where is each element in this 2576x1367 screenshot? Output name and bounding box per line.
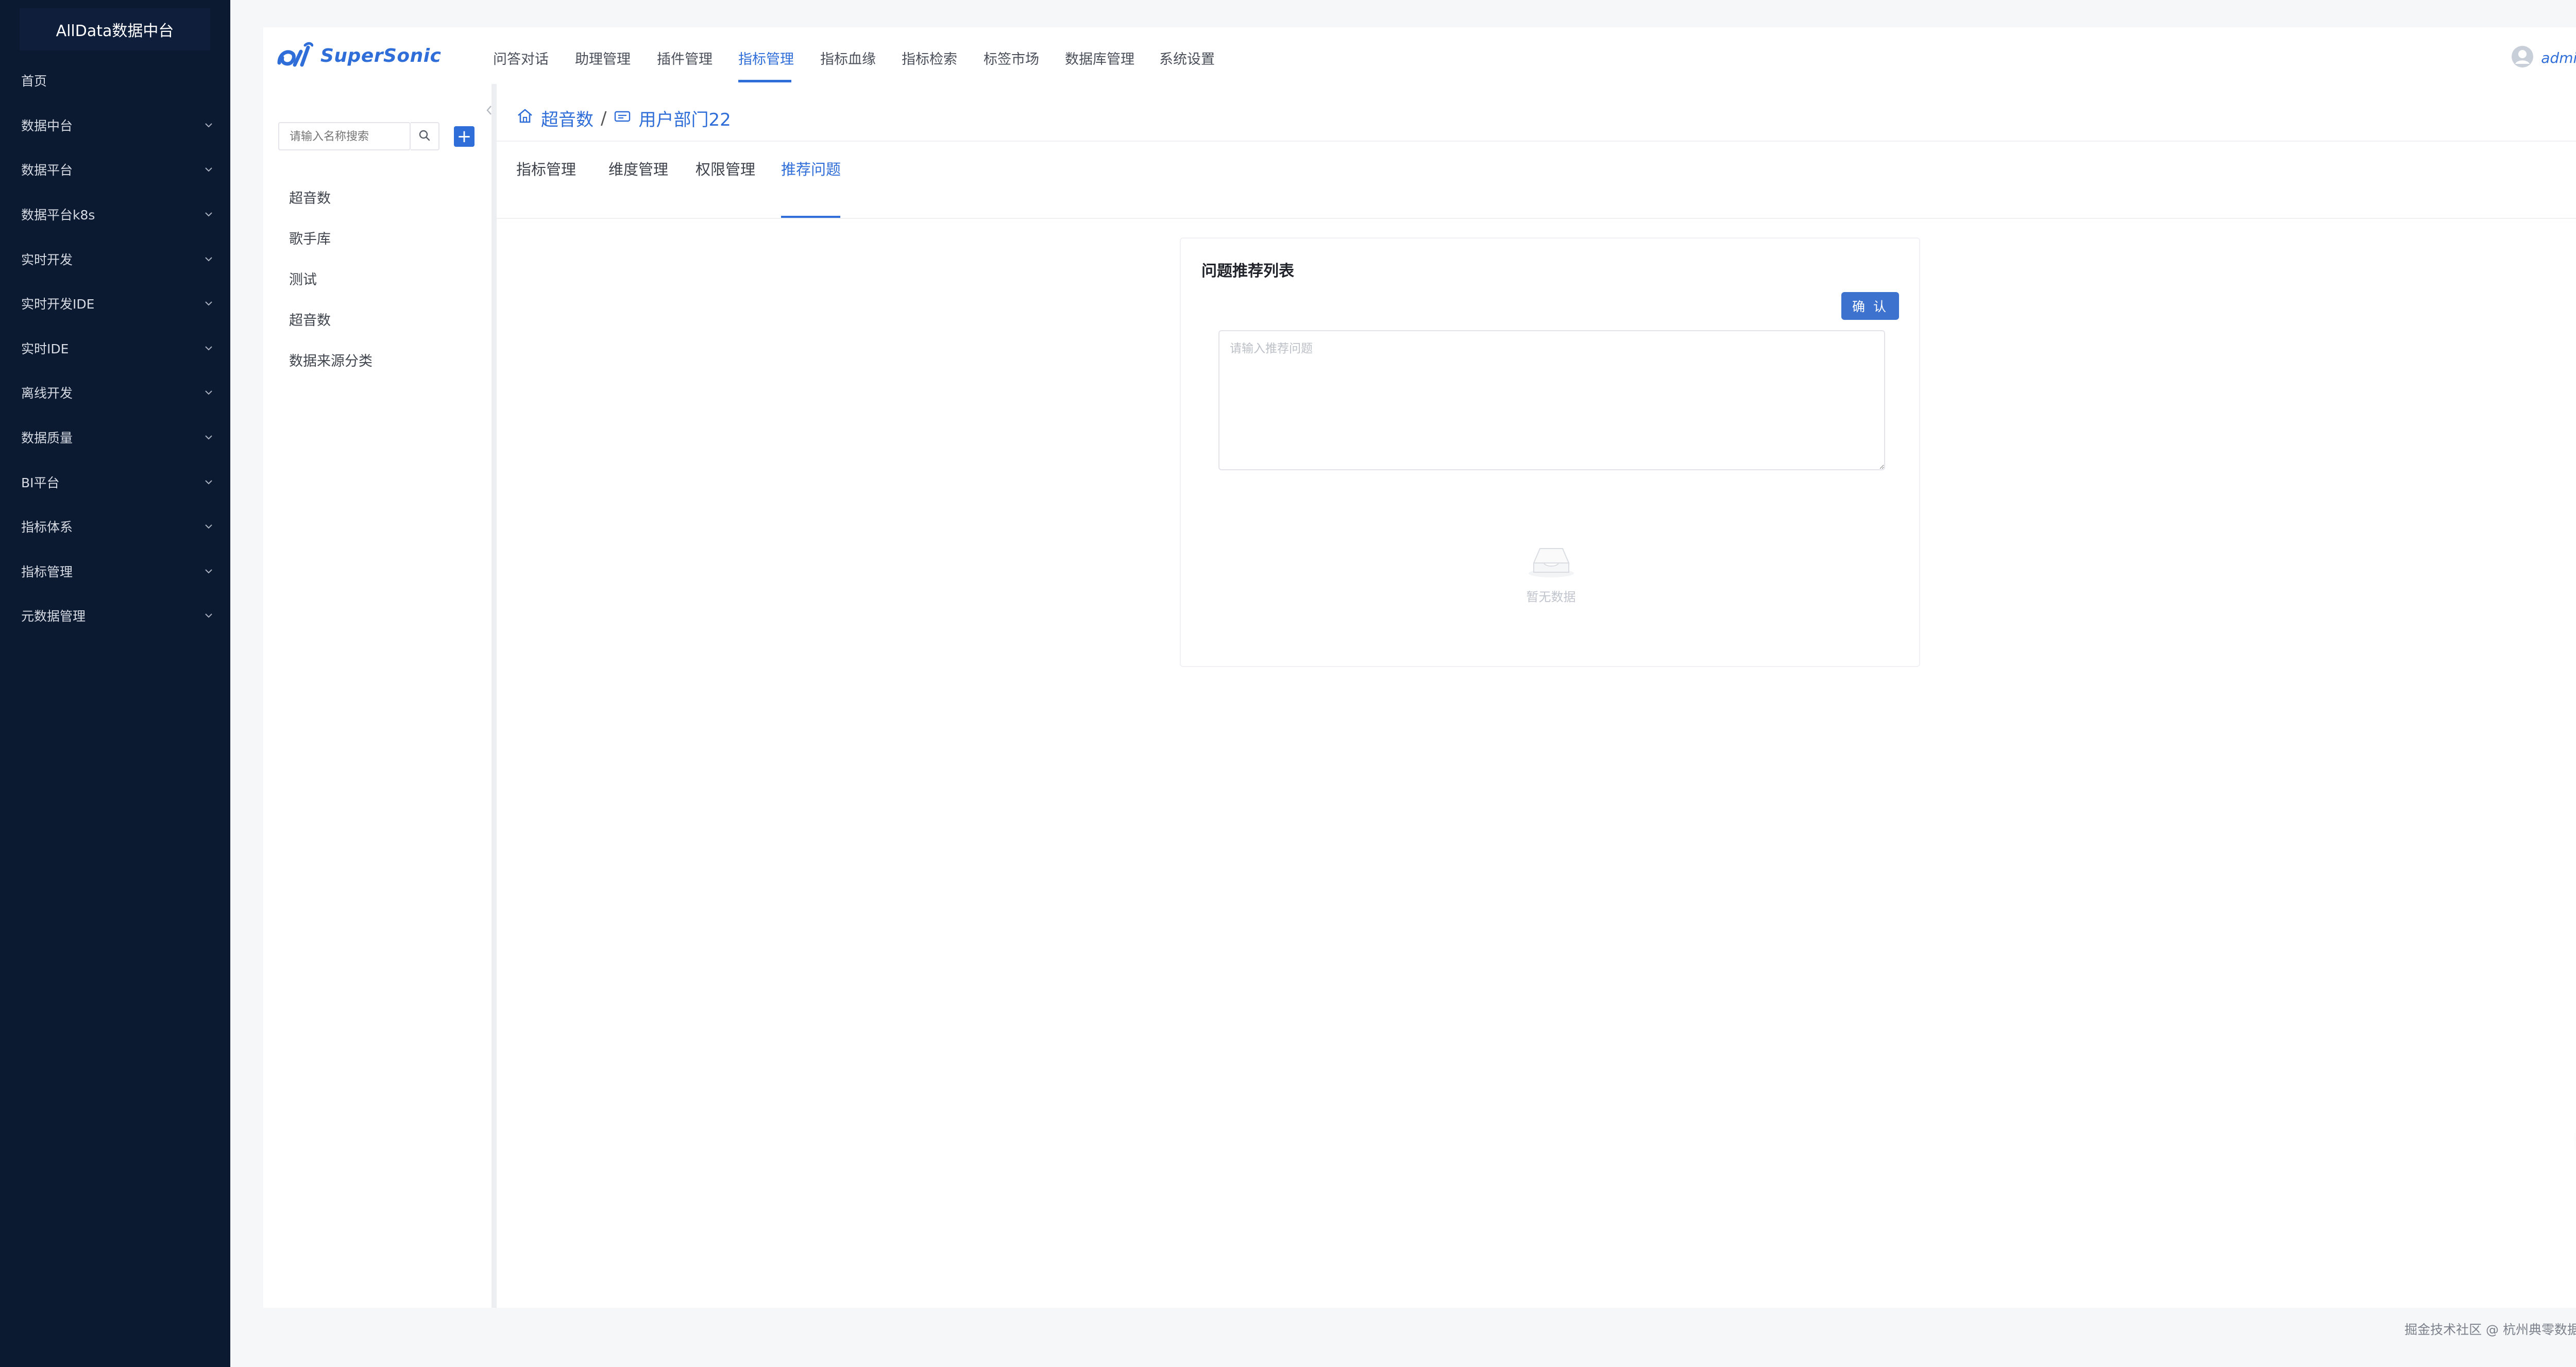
brand-name: SuperSonic [320,45,442,66]
sidebar-item-metadata-management[interactable]: 元数据管理 [0,593,230,638]
tab-metric-management[interactable]: 指标管理 [516,158,576,179]
left-sidebar: AllData数据中台 首页 数据中台 数据平台 数据平台k8s 实时开发 实时… [0,0,230,1367]
top-navigation: SuperSonic 问答对话 助理管理 插件管理 指标管理 指标血缘 指标检索… [263,27,2576,84]
tree-item-data-source-category[interactable]: 数据来源分类 [289,339,372,380]
supersonic-logo-icon [276,40,314,71]
chevron-down-icon [204,610,214,621]
chevron-down-icon [204,298,214,309]
sidebar-item-label: 实时IDE [21,341,69,356]
sidebar-item-realtime-dev-ide[interactable]: 实时开发IDE [0,281,230,326]
sidebar-item-metric-management[interactable]: 指标管理 [0,549,230,594]
empty-inbox-icon [1526,542,1577,580]
nav-item-metric-management[interactable]: 指标管理 [738,48,794,68]
chevron-down-icon [204,254,214,264]
home-icon [516,107,534,129]
breadcrumb-separator: / [601,108,607,129]
tree-item-singer-library[interactable]: 歌手库 [289,217,372,258]
domain-tree: 超音数 歌手库 测试 超音数 数据来源分类 [289,177,372,380]
panel-divider[interactable] [492,84,497,1308]
sidebar-item-label: 实时开发IDE [21,297,95,312]
sidebar-item-metric-system[interactable]: 指标体系 [0,504,230,549]
tree-item-supersonic-2[interactable]: 超音数 [289,299,372,339]
sidebar-item-label: 数据中台 [21,118,73,133]
chevron-down-icon [204,387,214,398]
chevron-down-icon [204,521,214,532]
sidebar-item-data-center[interactable]: 数据中台 [0,103,230,148]
sidebar-item-label: 数据平台k8s [21,208,95,223]
nav-item-system-settings[interactable]: 系统设置 [1159,48,1215,68]
chevron-down-icon [204,477,214,487]
sidebar-item-realtime-ide[interactable]: 实时IDE [0,326,230,371]
avatar-icon [2511,45,2534,70]
chevron-down-icon [204,343,214,353]
tree-search-input[interactable] [278,122,411,150]
breadcrumb-root[interactable]: 超音数 [541,106,594,131]
sidebar-item-home[interactable]: 首页 [0,58,230,103]
sidebar-logo[interactable]: AllData数据中台 [20,8,210,50]
search-icon [418,129,431,144]
brand[interactable]: SuperSonic [276,40,441,71]
main-panel: SuperSonic 问答对话 助理管理 插件管理 指标管理 指标血缘 指标检索… [263,27,2576,1308]
sidebar-item-data-platform[interactable]: 数据平台 [0,147,230,192]
breadcrumb-current[interactable]: 用户部门22 [638,106,731,131]
sidebar-item-label: 元数据管理 [21,609,86,624]
chevron-down-icon [204,164,214,175]
sidebar-item-label: 离线开发 [21,386,73,401]
nav-item-qa-chat[interactable]: 问答对话 [493,48,549,68]
nav-item-tag-market[interactable]: 标签市场 [984,48,1039,68]
collapse-panel-button[interactable] [482,101,496,122]
sidebar-item-label: 数据平台 [21,163,73,178]
nav-item-plugin-management[interactable]: 插件管理 [657,48,713,68]
recommended-questions-card: 问题推荐列表 确 认 暂无数据 [1180,237,1920,667]
tab-dimension-management[interactable]: 维度管理 [608,158,668,179]
sidebar-item-label: 指标管理 [21,564,73,579]
model-icon [614,108,631,129]
chevron-left-icon [486,105,492,117]
content-area: 超音数 / 用户部门22 指标管理 维度管理 权限管理 推荐问题 问题推荐列表 … [497,84,2576,1308]
sidebar-menu: 首页 数据中台 数据平台 数据平台k8s 实时开发 实时开发IDE 实时IDE … [0,58,230,638]
footer-watermark: 掘金技术社区 @ 杭州典零数据科技 [2404,1322,2576,1337]
sidebar-item-bi-platform[interactable]: BI平台 [0,459,230,504]
recommended-question-input[interactable] [1218,330,1885,470]
sidebar-item-data-quality[interactable]: 数据质量 [0,415,230,460]
tree-item-test[interactable]: 测试 [289,258,372,299]
sidebar-item-label: 首页 [21,74,47,89]
sidebar-item-label: 实时开发 [21,252,73,267]
nav-item-metric-search[interactable]: 指标检索 [902,48,957,68]
user-menu[interactable]: admin [2511,45,2576,70]
breadcrumb: 超音数 / 用户部门22 [516,106,731,131]
sidebar-item-offline-dev[interactable]: 离线开发 [0,370,230,415]
add-domain-button[interactable]: + [454,126,474,147]
domain-tree-panel: + 超音数 歌手库 测试 超音数 数据来源分类 [263,84,492,1308]
chevron-down-icon [204,432,214,442]
tab-permission-management[interactable]: 权限管理 [696,158,755,179]
tree-search-button[interactable] [411,122,439,150]
breadcrumb-divider [497,141,2576,142]
sidebar-item-label: 数据质量 [21,431,73,446]
tab-divider [497,218,2576,219]
nav-item-metric-lineage[interactable]: 指标血缘 [820,48,876,68]
empty-state-text: 暂无数据 [1526,590,1576,604]
chevron-down-icon [204,209,214,219]
sidebar-item-label: BI平台 [21,475,60,490]
user-name: admin [2541,49,2576,66]
empty-state: 暂无数据 [1181,542,1921,605]
sidebar-item-realtime-dev[interactable]: 实时开发 [0,236,230,281]
tab-recommended-questions[interactable]: 推荐问题 [781,158,841,179]
sidebar-item-label: 指标体系 [21,520,73,535]
nav-item-database-management[interactable]: 数据库管理 [1065,48,1134,68]
nav-item-assistant-management[interactable]: 助理管理 [575,48,631,68]
chevron-down-icon [204,120,214,130]
nav-active-indicator [738,80,791,82]
confirm-button[interactable]: 确 认 [1841,292,1899,320]
sidebar-item-data-platform-k8s[interactable]: 数据平台k8s [0,192,230,237]
tree-item-supersonic[interactable]: 超音数 [289,177,372,217]
chevron-down-icon [204,566,214,576]
card-title: 问题推荐列表 [1201,262,1294,280]
